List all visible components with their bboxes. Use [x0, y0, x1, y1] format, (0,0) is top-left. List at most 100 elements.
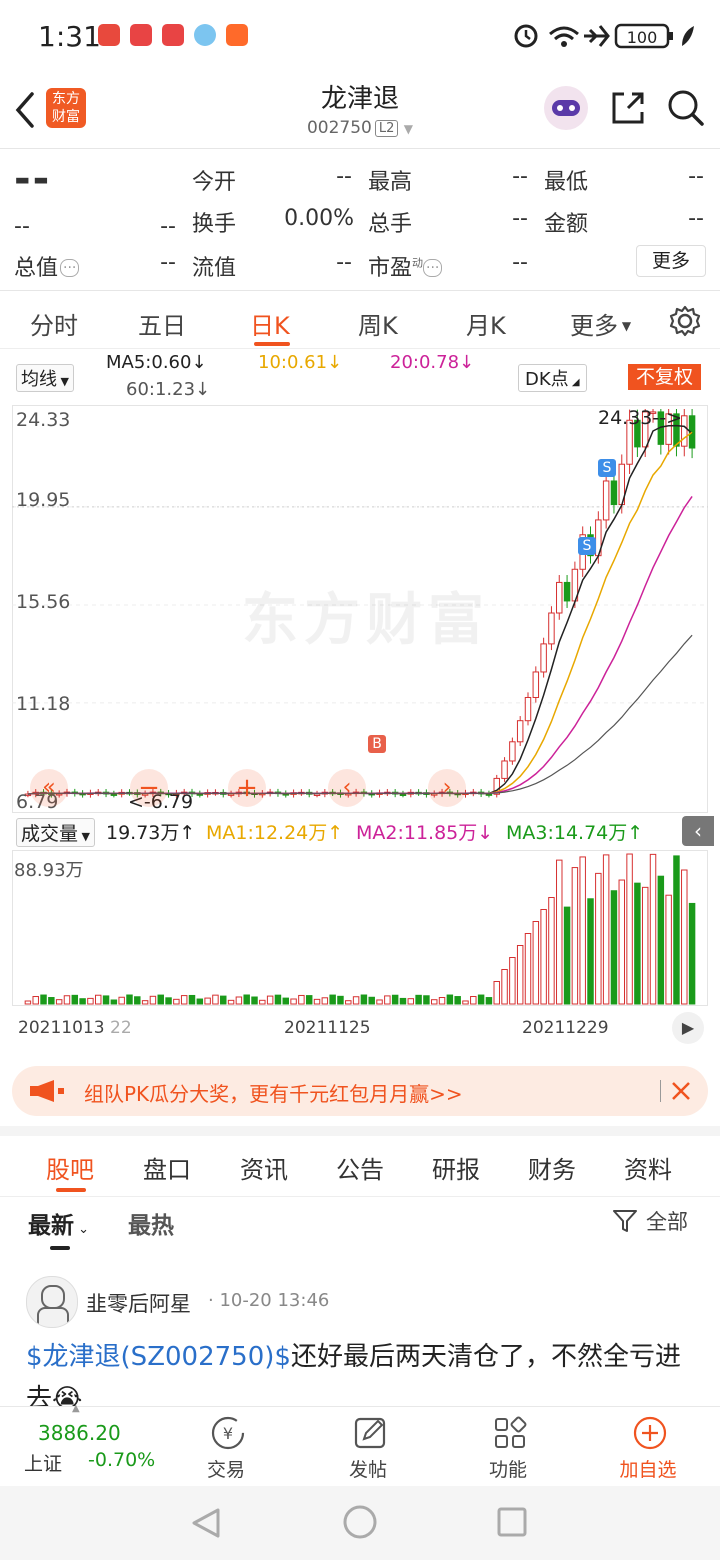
volume-svg[interactable]: [12, 850, 708, 1006]
volume-bar: [446, 994, 454, 1005]
ma5-value: MA5:0.60↓: [106, 352, 207, 373]
scroll-right-end-button[interactable]: ▶: [672, 1012, 704, 1044]
volume-bar: [173, 998, 180, 1005]
active-tab-indicator: [254, 342, 290, 346]
volume-bar: [626, 853, 633, 1005]
tab-finance[interactable]: 财务: [528, 1150, 576, 1185]
trade-button[interactable]: ¥ 交易: [166, 1407, 286, 1487]
functions-button[interactable]: 功能: [448, 1407, 568, 1487]
volume-bar: [407, 998, 415, 1005]
y-label-3: 15.56: [16, 591, 71, 613]
current-price: --: [14, 156, 52, 202]
status-bar: 1:31 100: [0, 0, 720, 72]
settings-gear-icon[interactable]: [668, 304, 702, 338]
zoom-in-button[interactable]: +: [228, 769, 266, 807]
share-icon[interactable]: [608, 88, 648, 128]
post-button[interactable]: 发帖: [308, 1407, 428, 1487]
volume-selector[interactable]: 成交量 ▼: [16, 818, 95, 847]
filter-icon[interactable]: [612, 1208, 638, 1234]
volume-bar: [477, 994, 485, 1005]
forum-post[interactable]: 韭零后阿星 · 10-20 13:46 $龙津退(SZ002750)$还好最后两…: [0, 1270, 720, 1406]
ma60-line: [27, 634, 693, 795]
volume-bar: [524, 933, 532, 1005]
sort-latest[interactable]: 最新 ⌄: [28, 1206, 89, 1240]
nav-home-icon[interactable]: [342, 1504, 378, 1540]
adjust-mode-button[interactable]: 不复权: [628, 364, 702, 390]
collapse-panel-icon[interactable]: ‹: [682, 816, 714, 846]
volume-bar: [55, 999, 63, 1005]
tab-profile[interactable]: 资料: [624, 1150, 672, 1185]
sort-hot[interactable]: 最热: [128, 1206, 174, 1240]
volume-bar: [149, 995, 157, 1005]
post-username[interactable]: 韭零后阿星: [86, 1288, 191, 1318]
float-cap-value: --: [336, 250, 352, 275]
volume-bar: [399, 997, 407, 1005]
tab-news[interactable]: 资讯: [240, 1150, 288, 1185]
volume-bar: [251, 996, 258, 1005]
signal-sell-marker[interactable]: S: [578, 537, 596, 555]
assistant-avatar-icon[interactable]: [544, 86, 588, 130]
dk-points-selector[interactable]: DK点 ◢: [518, 364, 587, 392]
close-icon[interactable]: [670, 1080, 692, 1102]
signal-buy-marker[interactable]: B: [368, 735, 386, 753]
pe-label: 市盈动 ···: [368, 250, 443, 282]
volume-bar: [415, 994, 422, 1005]
tab-daily-k[interactable]: 日K: [250, 306, 290, 341]
stock-tag-link[interactable]: $龙津退(SZ002750)$: [26, 1342, 291, 1372]
volume-y-max: 88.93万: [14, 860, 84, 881]
volume-chart[interactable]: 88.93万: [12, 850, 708, 1006]
signal-sell-marker[interactable]: S: [598, 459, 616, 477]
tab-pankou[interactable]: 盘口: [143, 1150, 191, 1185]
tab-five-day[interactable]: 五日: [138, 306, 186, 341]
volume-bar: [384, 995, 391, 1005]
tab-more-periods[interactable]: 更多 ▼: [570, 306, 631, 341]
filter-all[interactable]: 全部: [646, 1206, 688, 1236]
volume-bar: [595, 872, 602, 1005]
float-cap-label: 流值: [192, 256, 237, 281]
tab-weekly-k[interactable]: 周K: [358, 306, 398, 341]
volume-bar: [454, 996, 461, 1005]
candle-body: [501, 760, 508, 779]
kline-chart[interactable]: 东方财富 24.33 19.95 15.56 11.18 6.79 24.33-…: [12, 405, 708, 813]
nav-recents-icon[interactable]: [496, 1506, 528, 1538]
tab-research[interactable]: 研报: [432, 1150, 480, 1185]
volume-bar: [649, 853, 657, 1005]
volume-bar: [24, 1000, 32, 1005]
volume-bar: [509, 957, 516, 1005]
volume-bar: [602, 854, 610, 1005]
sort-row: 最新 ⌄ 最热 全部: [0, 1190, 720, 1256]
scroll-left-fast-button[interactable]: «: [30, 769, 68, 807]
volume-bar: [243, 994, 250, 1005]
level2-badge: L2: [374, 120, 399, 137]
candle-body: [548, 612, 555, 645]
volume-bar: [180, 995, 188, 1005]
volume-bar: [313, 998, 321, 1005]
more-quote-button[interactable]: 更多: [636, 245, 706, 277]
scroll-right-button[interactable]: ›: [428, 769, 466, 807]
volume-bar: [48, 997, 55, 1005]
volume-bar: [212, 994, 219, 1005]
caret-down-icon: ▼: [78, 830, 90, 843]
add-watchlist-button[interactable]: 加自选: [588, 1407, 708, 1487]
scroll-left-button[interactable]: ‹: [328, 769, 366, 807]
search-icon[interactable]: [666, 88, 706, 128]
ma-selector[interactable]: 均线 ▼: [16, 364, 74, 392]
add-circle-icon: [633, 1416, 667, 1450]
info-icon[interactable]: ···: [423, 259, 443, 277]
volume-bar: [329, 994, 336, 1005]
tab-announcements[interactable]: 公告: [336, 1150, 384, 1185]
post-time-text: 10-20 13:46: [219, 1290, 330, 1311]
avatar[interactable]: [26, 1276, 78, 1328]
candle-body: [563, 581, 571, 602]
tab-guba[interactable]: 股吧: [46, 1150, 94, 1185]
info-icon[interactable]: ···: [60, 259, 80, 277]
promo-banner[interactable]: 组队PK瓜分大奖，更有千元红包月月赢>>: [12, 1066, 708, 1116]
volume-ma3: MA3:14.74万↑: [506, 822, 644, 844]
index-widget[interactable]: ▲ 3886.20 上证 -0.70%: [0, 1403, 170, 1487]
caret-down-icon: ▼: [618, 319, 632, 333]
y-label-max: 24.33: [16, 409, 71, 431]
nav-back-icon[interactable]: [190, 1506, 222, 1540]
tab-monthly-k[interactable]: 月K: [466, 306, 506, 341]
zoom-out-button[interactable]: −: [130, 769, 168, 807]
tab-intraday[interactable]: 分时: [30, 306, 78, 341]
